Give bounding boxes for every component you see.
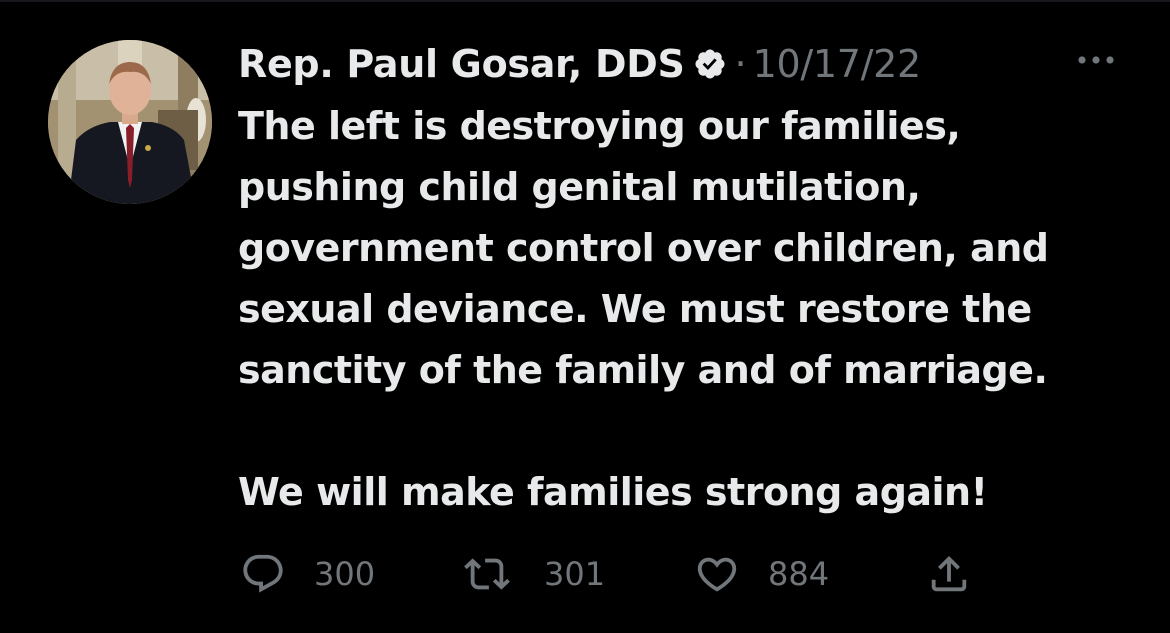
share-icon (926, 551, 972, 597)
tweet-text: The left is destroying our families, pus… (238, 96, 1138, 523)
like-count: 884 (768, 555, 830, 593)
heart-icon (694, 551, 740, 597)
reply-button[interactable]: 300 (240, 548, 375, 600)
tweet-text-line: government control over children, and (238, 226, 1049, 270)
more-horizontal-icon[interactable] (1074, 48, 1118, 72)
tweet-header: Rep. Paul Gosar, DDS · 10/17/22 (238, 38, 921, 90)
tweet-text-line: sexual deviance. We must restore the (238, 287, 1032, 331)
tweet-text-line: The left is destroying our families, (238, 104, 961, 148)
tweet-text-line: sanctity of the family and of marriage. (238, 348, 1048, 392)
reply-count: 300 (314, 555, 376, 593)
tweet-action-bar: 300 301 884 (238, 548, 998, 600)
like-button[interactable]: 884 (694, 548, 829, 600)
header-separator: · (734, 42, 747, 86)
retweet-count: 301 (544, 555, 606, 593)
tweet-text-line: We will make families strong again! (238, 470, 988, 514)
share-button[interactable] (926, 548, 972, 600)
tweet-date[interactable]: 10/17/22 (753, 42, 922, 86)
speech-bubble-icon (240, 551, 286, 597)
top-divider (0, 0, 1170, 2)
verified-badge-icon (693, 47, 727, 81)
retweet-icon (464, 551, 510, 597)
author-display-name[interactable]: Rep. Paul Gosar, DDS (238, 42, 685, 86)
paragraph-break (238, 401, 1138, 462)
author-avatar[interactable] (48, 40, 212, 204)
tweet-text-line: pushing child genital mutilation, (238, 165, 921, 209)
retweet-button[interactable]: 301 (464, 548, 605, 600)
